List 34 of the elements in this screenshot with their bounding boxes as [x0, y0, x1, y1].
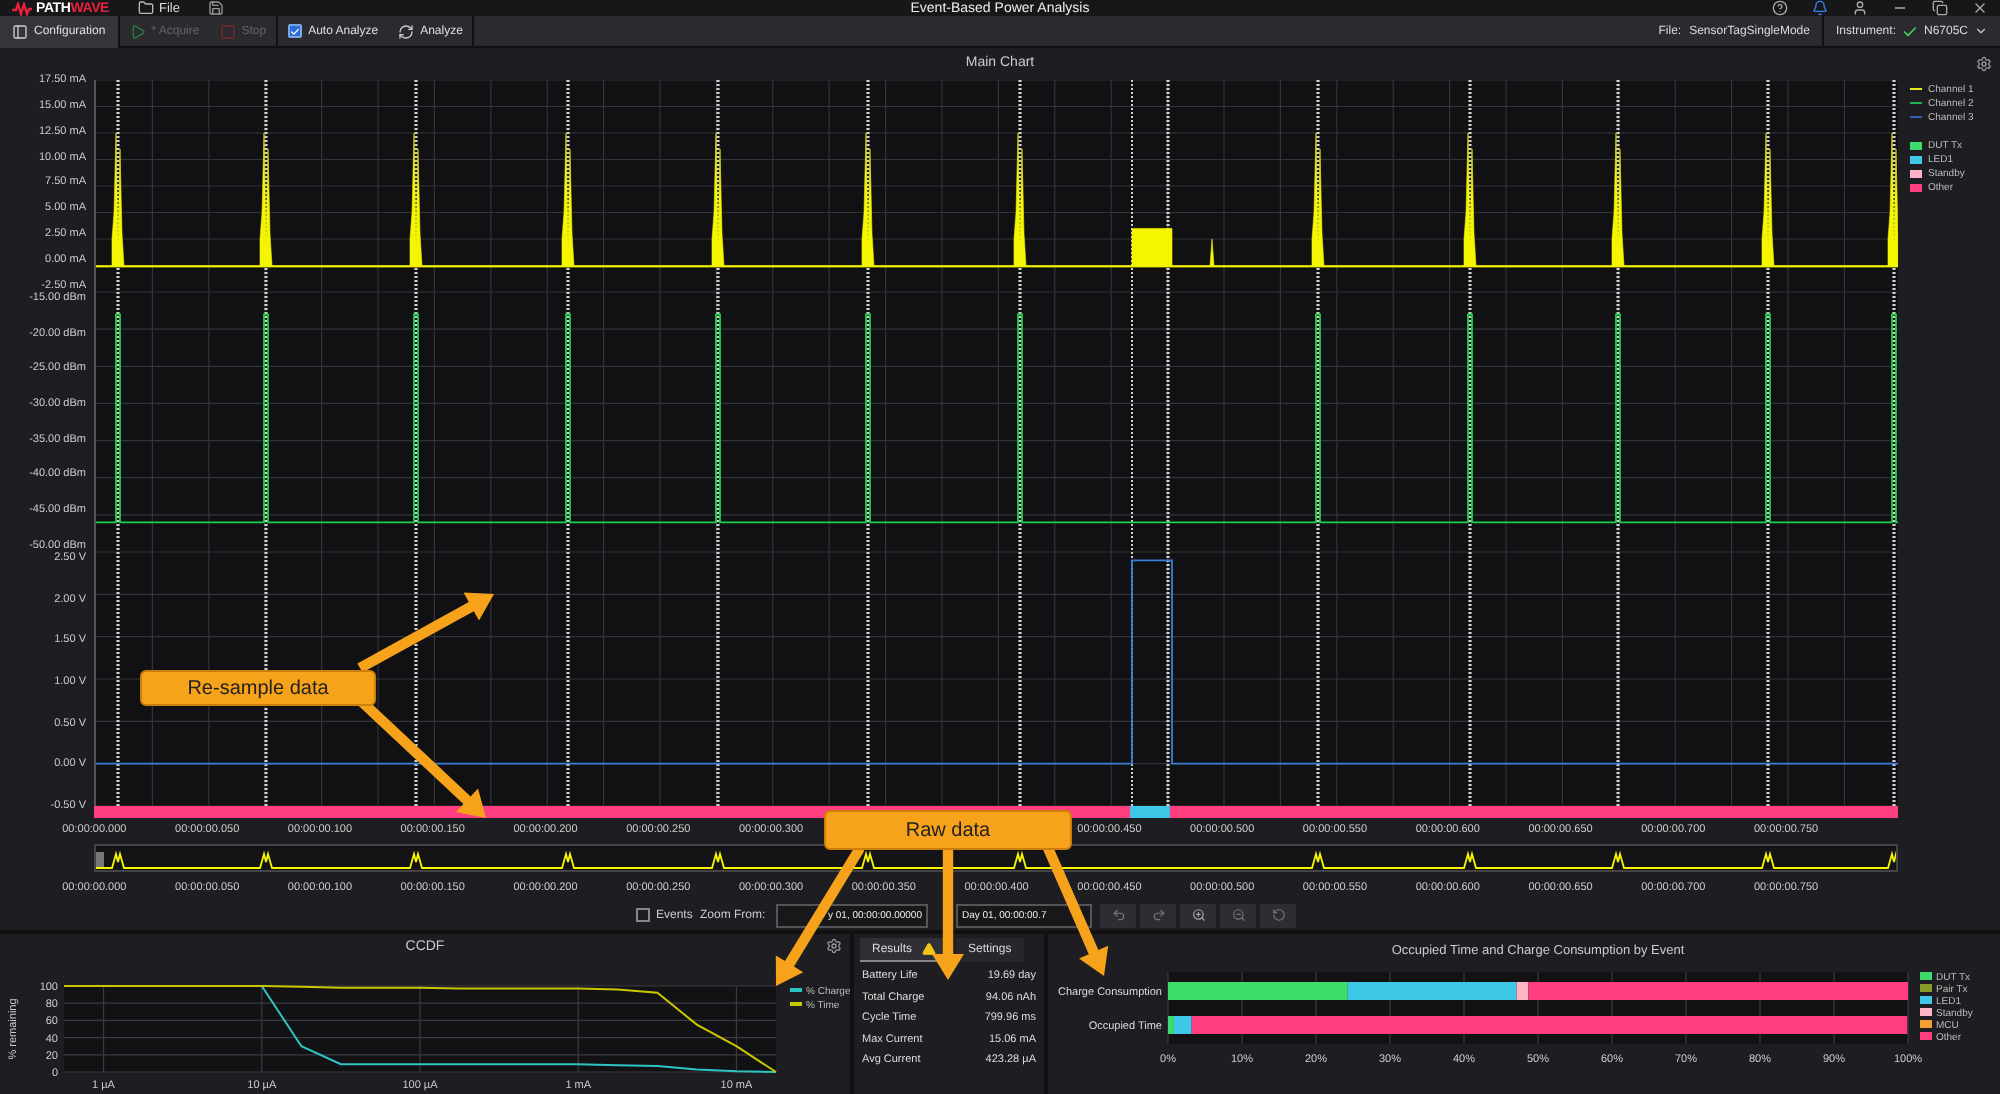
zoom-out-icon	[1231, 908, 1245, 923]
callout-label: Raw data	[824, 810, 1072, 850]
restore-icon[interactable]	[1932, 0, 1948, 16]
settings-icon[interactable]	[1976, 56, 1992, 72]
settings-icon[interactable]	[826, 938, 842, 954]
bell-icon[interactable]	[1812, 0, 1828, 16]
check-icon	[290, 25, 301, 37]
play-icon	[129, 23, 146, 39]
save-icon[interactable]	[208, 0, 224, 16]
undo-icon	[1111, 908, 1125, 923]
user-icon[interactable]	[1852, 0, 1868, 16]
events-checkbox[interactable]	[636, 908, 650, 923]
callout-arrow	[357, 592, 494, 673]
refresh-icon	[398, 23, 415, 39]
overview-strip[interactable]	[94, 844, 1898, 873]
zoom-in-icon	[1191, 908, 1205, 923]
chevron-down-icon	[1974, 24, 1988, 38]
logo-icon	[12, 1, 32, 15]
reset-icon	[1271, 908, 1285, 923]
reset-button[interactable]	[1260, 903, 1296, 928]
folder-icon	[137, 0, 154, 16]
warning-icon	[922, 942, 937, 956]
help-icon[interactable]	[1772, 0, 1788, 16]
zoom-in-button[interactable]	[1180, 903, 1216, 928]
redo-icon	[1151, 908, 1165, 923]
undo-button[interactable]	[1100, 903, 1136, 928]
check-icon	[1901, 23, 1918, 39]
callout-label: Re-sample data	[140, 670, 376, 706]
redo-button[interactable]	[1140, 903, 1176, 928]
callout-arrow	[932, 848, 964, 980]
stop-icon	[219, 23, 236, 39]
close-icon[interactable]	[1972, 0, 1988, 16]
panel-icon	[12, 23, 28, 39]
zoom-out-button[interactable]	[1220, 903, 1256, 928]
